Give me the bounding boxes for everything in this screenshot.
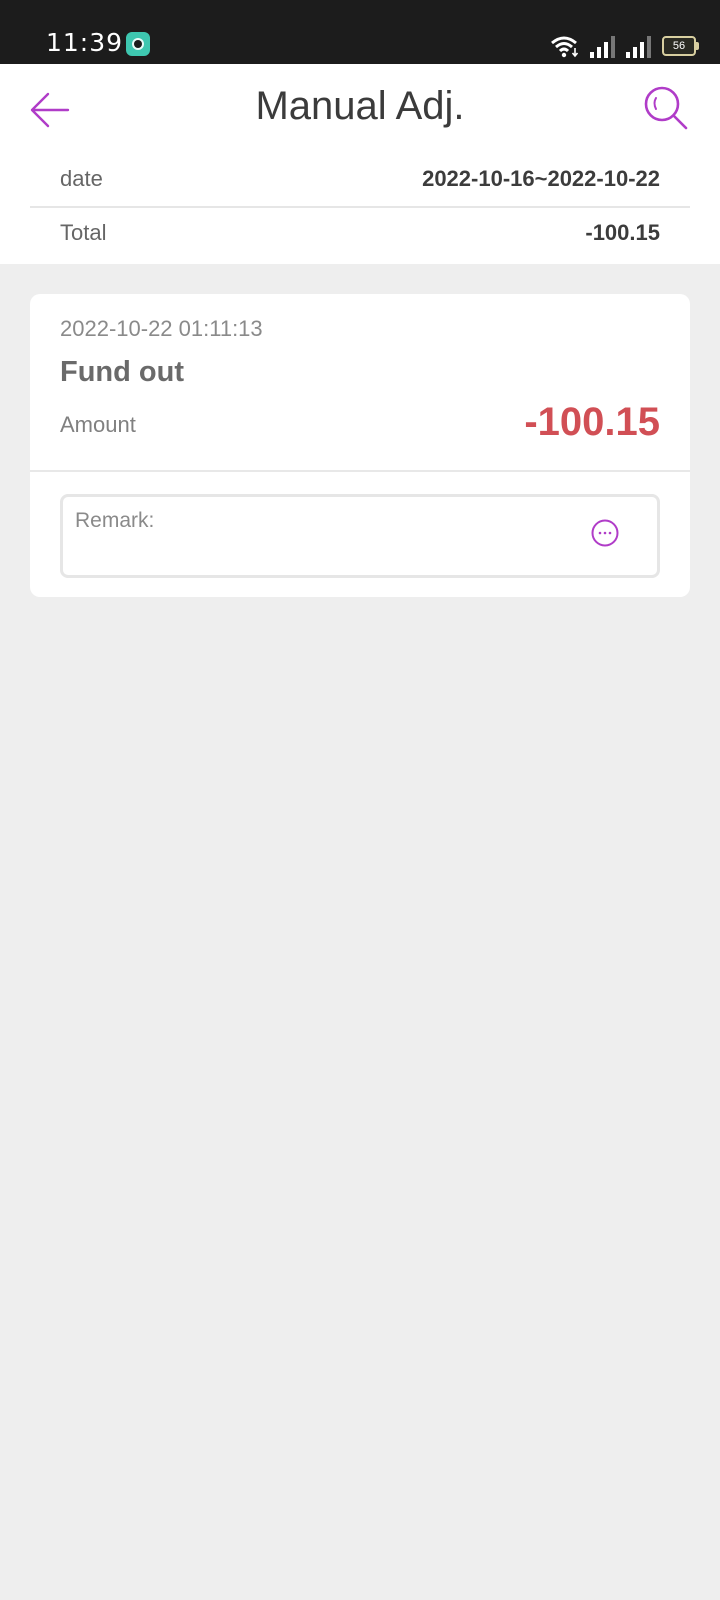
battery-icon: 56 bbox=[662, 36, 699, 56]
remark-field[interactable]: Remark: bbox=[60, 494, 660, 578]
signal-icon bbox=[590, 36, 616, 58]
date-range-value: 2022-10-16~2022-10-22 bbox=[422, 166, 660, 191]
search-icon bbox=[644, 86, 688, 130]
total-value: -100.15 bbox=[585, 220, 660, 245]
card-divider bbox=[30, 470, 690, 472]
amount-value: -100.15 bbox=[524, 400, 660, 444]
record-card: 2022-10-22 01:11:13 Fund out Amount -100… bbox=[30, 294, 690, 597]
wifi-icon bbox=[550, 34, 580, 58]
record-timestamp: 2022-10-22 01:11:13 bbox=[60, 316, 263, 341]
total-label: Total bbox=[60, 220, 107, 245]
status-time: 11:39 bbox=[46, 28, 124, 57]
remark-more-button[interactable] bbox=[591, 519, 619, 547]
record-type: Fund out bbox=[60, 356, 185, 388]
search-button[interactable] bbox=[642, 84, 690, 132]
signal-icon-secondary bbox=[626, 36, 652, 58]
date-label: date bbox=[60, 166, 103, 191]
more-options-icon bbox=[591, 519, 619, 547]
amount-label: Amount bbox=[60, 412, 136, 437]
app-notification-icon bbox=[126, 32, 150, 56]
status-indicators: 56 bbox=[550, 30, 699, 58]
app-header: Manual Adj. date 2022-10-16~2022-10-22 T… bbox=[0, 64, 720, 264]
status-bar: 11:39 56 bbox=[0, 0, 720, 64]
page-title: Manual Adj. bbox=[255, 84, 465, 128]
remark-label: Remark: bbox=[75, 509, 155, 532]
total-row: Total -100.15 bbox=[30, 208, 690, 260]
date-range-row[interactable]: date 2022-10-16~2022-10-22 bbox=[30, 154, 690, 208]
